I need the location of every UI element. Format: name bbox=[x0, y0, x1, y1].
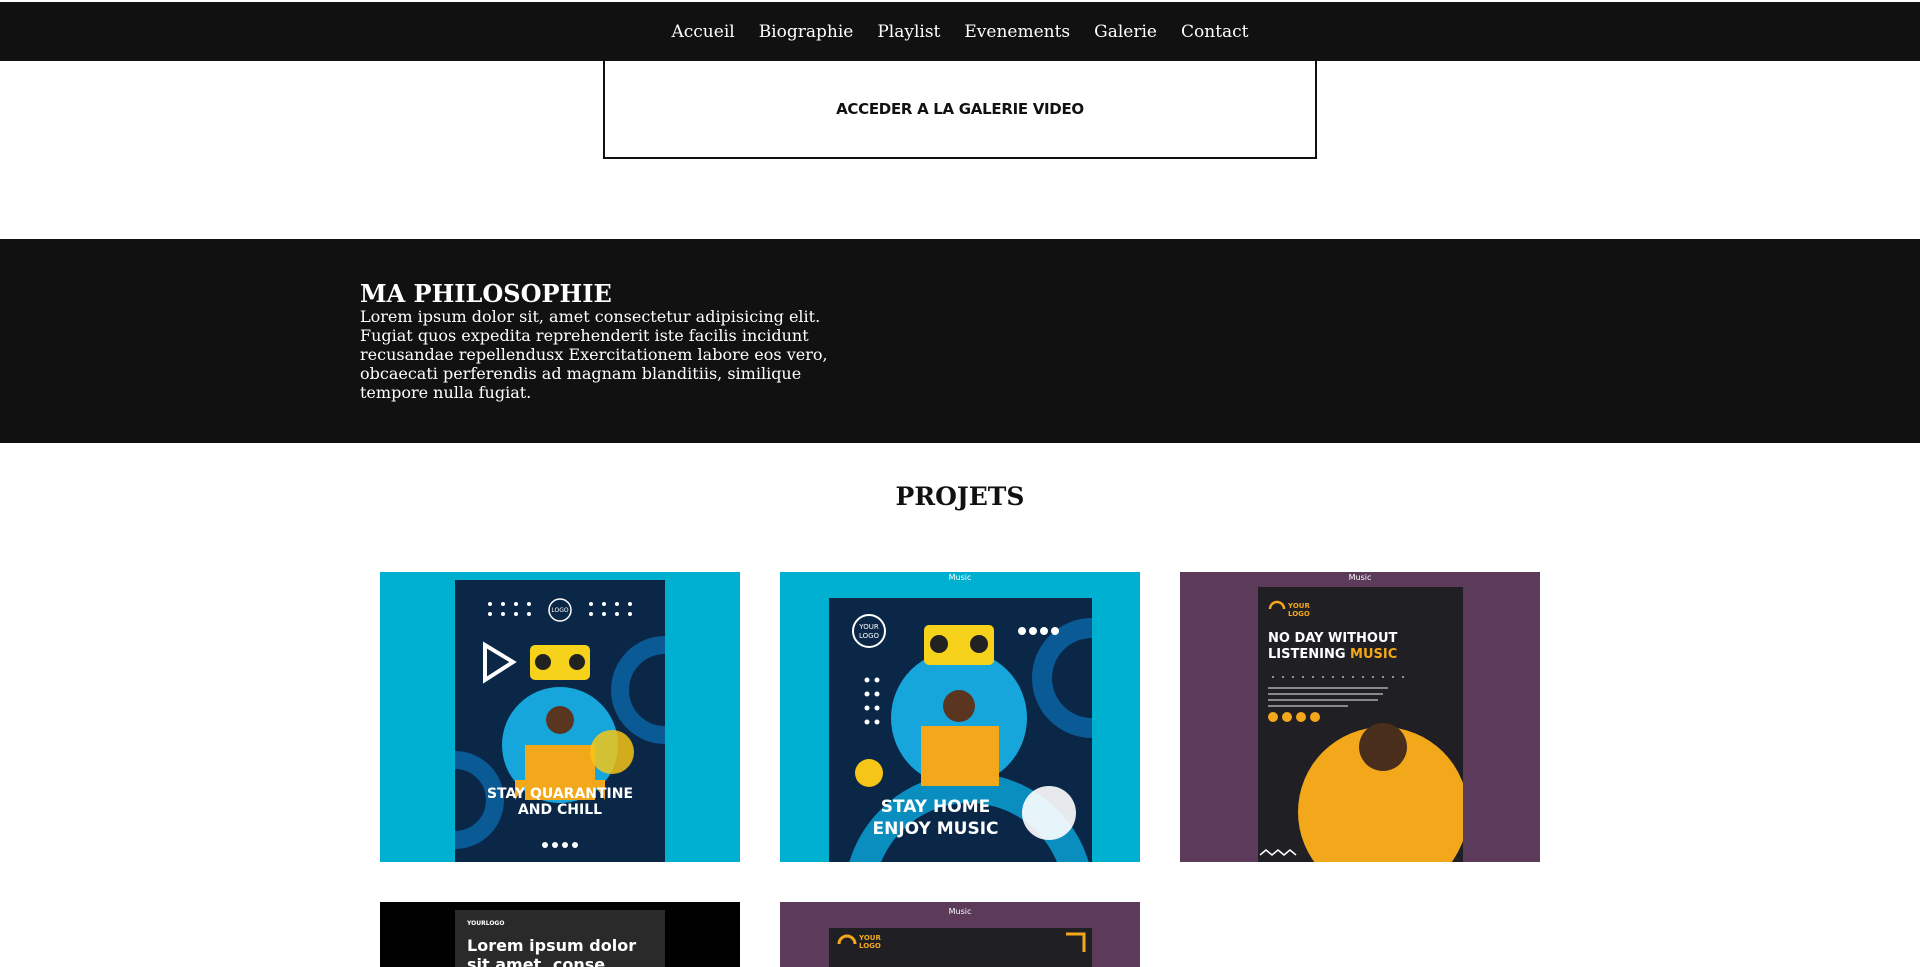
project-card-1[interactable]: LOGO STAY QUARANTINE AND CHILL bbox=[380, 572, 740, 862]
poster-4-line1: Lorem ipsum dolor bbox=[467, 936, 637, 955]
poster-artwork-1: LOGO bbox=[455, 598, 665, 849]
projects-title: PROJETS bbox=[895, 482, 1025, 511]
nav-item-playlist[interactable]: Playlist bbox=[865, 22, 952, 42]
poster-4-logo: YOURLOGO bbox=[467, 920, 505, 927]
nav-item-biographie[interactable]: Biographie bbox=[747, 22, 866, 42]
philosophy-section: MA PHILOSOPHIE Lorem ipsum dolor sit, am… bbox=[0, 239, 1920, 443]
svg-text:YOUR: YOUR bbox=[858, 623, 879, 631]
poster-2-line1: STAY HOME bbox=[880, 797, 991, 817]
poster-3-line2: LISTENING MUSIC bbox=[1268, 647, 1398, 662]
project-poster-4: YOURLOGO Lorem ipsum dolor sit amet, con… bbox=[455, 910, 665, 967]
nav-item-accueil[interactable]: Accueil bbox=[659, 22, 746, 42]
nav-item-galerie[interactable]: Galerie bbox=[1082, 22, 1169, 42]
nav-item-evenements[interactable]: Evenements bbox=[952, 22, 1082, 42]
nav-item-contact[interactable]: Contact bbox=[1169, 22, 1261, 42]
project-card-5[interactable]: Music YOUR LOGO bbox=[780, 902, 1140, 967]
card-3-caption: Music bbox=[1348, 573, 1372, 582]
poster-4-line2: sit amet, conse bbox=[467, 955, 606, 967]
philosophy-title: MA PHILOSOPHIE bbox=[360, 279, 612, 308]
project-poster-1: LOGO STAY QUARANTINE AND CHILL bbox=[455, 580, 665, 862]
video-gallery-button[interactable]: ACCEDER A LA GALERIE VIDEO bbox=[603, 60, 1317, 159]
video-gallery-label: ACCEDER A LA GALERIE VIDEO bbox=[836, 99, 1084, 118]
poster-3-line2-a: LISTENING bbox=[1268, 647, 1346, 662]
svg-text:LOGO: LOGO bbox=[859, 632, 880, 640]
top-navbar: Accueil Biographie Playlist Evenements G… bbox=[0, 2, 1920, 61]
poster-1-line2: AND CHILL bbox=[517, 802, 603, 818]
poster-3-logo: YOUR LOGO bbox=[1288, 602, 1310, 618]
project-poster-5: YOUR LOGO bbox=[829, 928, 1092, 967]
poster-3-line2-b: MUSIC bbox=[1350, 647, 1398, 662]
project-card-4[interactable]: YOURLOGO Lorem ipsum dolor sit amet, con… bbox=[380, 902, 740, 967]
poster-1-line1: STAY QUARANTINE bbox=[486, 786, 634, 802]
card-5-caption: Music bbox=[948, 907, 972, 916]
project-poster-2: YOUR LOGO STAY HOME ENJOY MUSIC bbox=[829, 598, 1092, 862]
poster-2-line2: ENJOY MUSIC bbox=[872, 819, 999, 839]
card-2-caption: Music bbox=[948, 573, 972, 582]
project-card-2[interactable]: Music YOUR LOGO STAY HOME ENJOY MUSIC bbox=[780, 572, 1140, 862]
project-poster-3: YOUR LOGO NO DAY WITHOUT LISTENING MUSIC bbox=[1258, 587, 1463, 862]
project-card-3[interactable]: Music YOUR LOGO NO DAY WITHOUT LISTENING… bbox=[1180, 572, 1540, 862]
poster-3-line1: NO DAY WITHOUT bbox=[1268, 631, 1398, 646]
poster-5-logo: YOUR LOGO bbox=[859, 934, 881, 950]
svg-text:LOGO: LOGO bbox=[551, 607, 569, 614]
nav-menu: Accueil Biographie Playlist Evenements G… bbox=[659, 22, 1260, 42]
poster-artwork-3 bbox=[1259, 600, 1463, 862]
philosophy-text: Lorem ipsum dolor sit, amet consectetur … bbox=[360, 307, 828, 402]
